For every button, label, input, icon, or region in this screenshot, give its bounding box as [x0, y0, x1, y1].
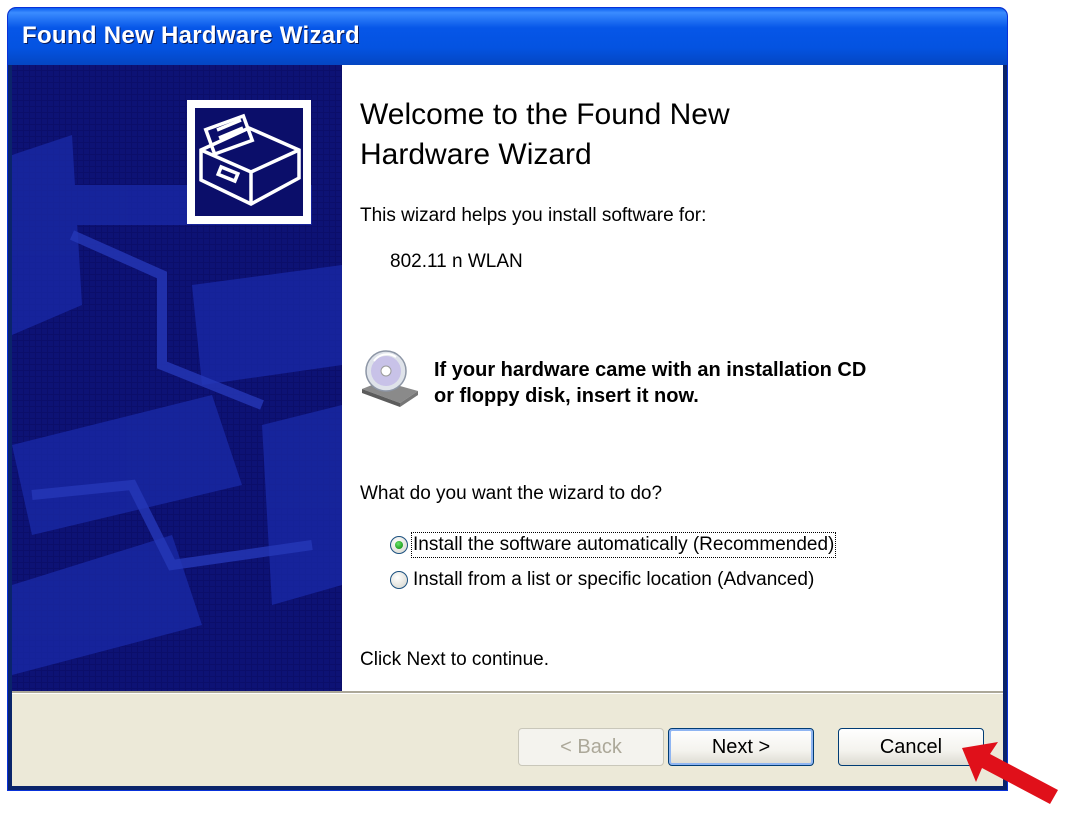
page-title-line1: Welcome to the Found New [360, 98, 730, 131]
option-install-automatic[interactable]: Install the software automatically (Reco… [390, 532, 837, 558]
option-install-from-list[interactable]: Install from a list or specific location… [390, 569, 814, 591]
wizard-client-area: Welcome to the Found New Hardware Wizard… [12, 65, 1003, 786]
cd-drive-icon [362, 350, 418, 407]
continue-text: Click Next to continue. [360, 649, 550, 670]
window-title: Found New Hardware Wizard [22, 22, 360, 49]
cd-prompt-line2: or floppy disk, insert it now. [434, 385, 699, 407]
device-name: 802.11 n WLAN [390, 251, 523, 272]
page-title-line2: Hardware Wizard [360, 138, 592, 171]
wizard-window: Found New Hardware Wizard Welcome to the… [8, 8, 1007, 790]
cd-prompt: If your hardware came with an installati… [434, 357, 994, 409]
radio-selected-dot [395, 541, 403, 549]
page-title: Welcome to the Found New Hardware Wizard [360, 95, 960, 175]
intro-text: This wizard helps you install software f… [360, 205, 707, 226]
footer-divider [12, 691, 1003, 694]
question-text: What do you want the wizard to do? [360, 483, 663, 504]
option-install-from-list-label[interactable]: Install from a list or specific location… [413, 569, 814, 591]
title-bar[interactable]: Found New Hardware Wizard [8, 8, 1007, 65]
radio-install-from-list[interactable] [390, 571, 408, 589]
wizard-content-pane: Welcome to the Found New Hardware Wizard… [342, 65, 1003, 691]
option-install-automatic-label[interactable]: Install the software automatically (Reco… [410, 532, 837, 558]
hardware-install-icon [187, 100, 311, 224]
red-arrow-annotation [962, 742, 1058, 804]
cd-prompt-line1: If your hardware came with an installati… [434, 359, 867, 381]
back-button[interactable]: < Back [518, 728, 664, 766]
next-button[interactable]: Next > [668, 728, 814, 766]
radio-install-automatic[interactable] [390, 536, 408, 554]
